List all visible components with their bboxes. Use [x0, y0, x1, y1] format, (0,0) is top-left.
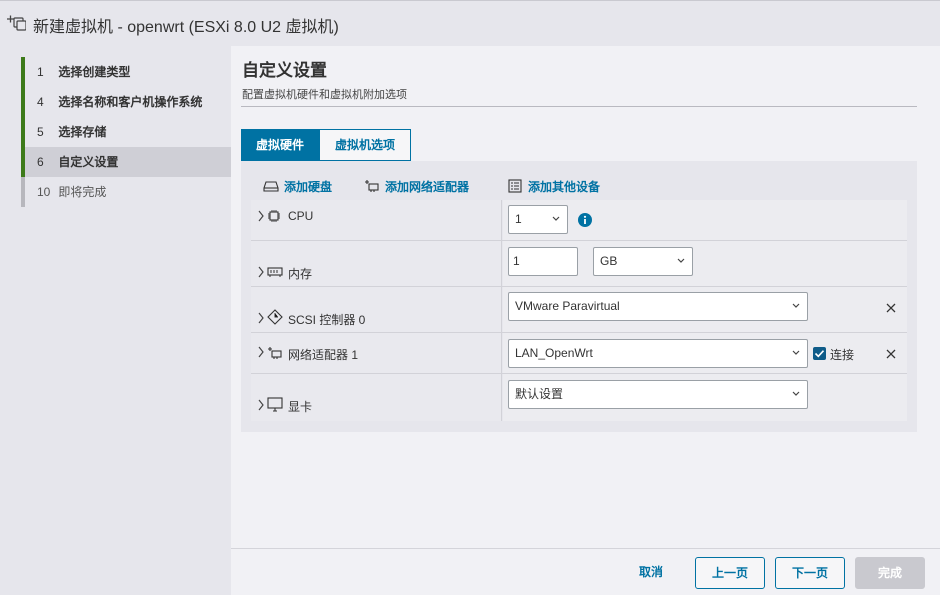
chevron-right-icon[interactable]	[257, 346, 265, 358]
step-progress-bar	[21, 147, 25, 177]
connect-checkbox[interactable]	[813, 347, 826, 360]
hard-disk-icon	[263, 181, 279, 192]
step-number: 10	[37, 185, 51, 199]
monitor-icon	[267, 397, 283, 412]
chevron-down-icon	[677, 258, 685, 263]
back-button[interactable]: 上一页	[695, 557, 765, 589]
next-button[interactable]: 下一页	[775, 557, 845, 589]
network-select[interactable]: LAN_OpenWrt	[508, 339, 808, 368]
hardware-row-network-adapter: 网络适配器 1 LAN_OpenWrt 连接	[251, 333, 907, 374]
step-label: 自定义设置	[58, 155, 119, 169]
hardware-row-scsi-controller: SCSI 控制器 0 VMware Paravirtual	[251, 287, 907, 333]
network-adapter-icon	[268, 347, 282, 359]
chevron-down-icon	[792, 350, 800, 355]
divider	[241, 106, 917, 107]
step-number: 6	[37, 155, 44, 169]
memory-unit-select[interactable]: GB	[593, 247, 693, 276]
new-vm-icon	[6, 13, 27, 33]
memory-size-input[interactable]: 1	[508, 247, 578, 276]
dialog-footer: 取消 上一页 下一页 完成	[231, 548, 940, 595]
step-number: 1	[37, 65, 44, 79]
video-card-settings-value: 默认设置	[515, 387, 564, 401]
step-select-creation-type[interactable]: 1 选择创建类型	[21, 57, 231, 87]
step-number: 4	[37, 95, 44, 109]
dialog-title: 新建虚拟机 - openwrt (ESXi 8.0 U2 虚拟机)	[33, 19, 339, 36]
step-label: 选择名称和客户机操作系统	[58, 95, 203, 109]
step-progress-bar	[21, 87, 25, 117]
step-label: 选择创建类型	[58, 65, 131, 79]
network-adapter-icon	[365, 180, 379, 192]
step-customize-settings[interactable]: 6 自定义设置	[21, 147, 231, 177]
tab-vm-options[interactable]: 虚拟机选项	[319, 129, 411, 161]
cpu-label: CPU	[288, 209, 314, 223]
info-icon[interactable]	[578, 213, 592, 227]
add-other-device-label: 添加其他设备	[528, 180, 601, 194]
video-card-label: 显卡	[288, 400, 313, 414]
finish-button[interactable]: 完成	[855, 557, 925, 589]
hardware-row-memory: 内存 1 GB	[251, 241, 907, 287]
remove-scsi-controller-close-icon[interactable]	[886, 303, 896, 313]
step-ready-to-complete: 10 即将完成	[21, 177, 231, 207]
dialog-title-bar: 新建虚拟机 - openwrt (ESXi 8.0 U2 虚拟机)	[0, 0, 940, 46]
add-hard-disk-label: 添加硬盘	[284, 180, 333, 194]
cpu-count-select[interactable]: 1	[508, 205, 568, 234]
chevron-down-icon	[552, 216, 560, 221]
device-list-icon	[508, 179, 522, 193]
step-progress-bar	[21, 117, 25, 147]
step-label: 即将完成	[58, 185, 107, 199]
cpu-icon	[268, 210, 280, 222]
step-number: 5	[37, 125, 44, 139]
video-card-settings-select[interactable]: 默认设置	[508, 380, 808, 409]
chevron-right-icon[interactable]	[257, 399, 265, 411]
chevron-down-icon	[792, 391, 800, 396]
scsi-controller-label: SCSI 控制器 0	[288, 313, 366, 327]
connect-checkbox-label: 连接	[830, 348, 855, 362]
row-label-cell: 网络适配器 1	[251, 333, 502, 373]
cancel-button[interactable]: 取消	[621, 557, 681, 589]
memory-unit-value: GB	[600, 254, 618, 268]
page-subtitle: 配置虚拟机硬件和虚拟机附加选项	[242, 89, 407, 101]
scsi-controller-type-value: VMware Paravirtual	[515, 299, 620, 313]
row-value-cell: VMware Paravirtual	[503, 287, 907, 332]
row-value-cell: 1 GB	[503, 241, 907, 286]
chevron-right-icon[interactable]	[257, 210, 265, 222]
step-label: 选择存储	[58, 125, 107, 139]
row-label-cell: SCSI 控制器 0	[251, 287, 502, 332]
scsi-controller-icon	[267, 309, 283, 325]
page-title: 自定义设置	[242, 61, 327, 80]
add-network-adapter-label: 添加网络适配器	[385, 180, 470, 194]
row-value-cell: LAN_OpenWrt 连接	[503, 333, 907, 373]
hardware-row-video-card: 显卡 默认设置	[251, 374, 907, 421]
step-select-name-os[interactable]: 4 选择名称和客户机操作系统	[21, 87, 231, 117]
remove-network-adapter-close-icon[interactable]	[886, 349, 896, 359]
checkmark-icon	[814, 350, 825, 358]
network-adapter-label: 网络适配器 1	[288, 348, 359, 362]
memory-label: 内存	[288, 267, 313, 281]
main-content: 自定义设置 配置虚拟机硬件和虚拟机附加选项 虚拟硬件 虚拟机选项 添加硬盘 添加…	[231, 46, 940, 548]
row-label-cell: CPU	[251, 200, 502, 240]
step-progress-bar	[21, 57, 25, 87]
row-label-cell: 内存	[251, 241, 502, 286]
hardware-row-cpu: CPU 1	[251, 200, 907, 241]
chevron-down-icon	[792, 303, 800, 308]
chevron-right-icon[interactable]	[257, 266, 265, 278]
row-value-cell: 1	[503, 200, 907, 240]
tab-virtual-hardware[interactable]: 虚拟硬件	[241, 129, 319, 161]
network-select-value: LAN_OpenWrt	[515, 346, 593, 360]
row-label-cell: 显卡	[251, 374, 502, 421]
chevron-right-icon[interactable]	[257, 312, 265, 324]
virtual-hardware-panel: 添加硬盘 添加网络适配器 添加其他设备 CPU 1 内存 1 GB SCSI 控…	[241, 161, 917, 432]
cpu-count-value: 1	[515, 212, 522, 226]
scsi-controller-type-select[interactable]: VMware Paravirtual	[508, 292, 808, 321]
step-progress-bar	[21, 177, 25, 207]
memory-icon	[267, 267, 283, 277]
wizard-steps-sidebar: 1 选择创建类型 4 选择名称和客户机操作系统 5 选择存储 6 自定义设置 1…	[0, 46, 231, 548]
step-select-storage[interactable]: 5 选择存储	[21, 117, 231, 147]
row-value-cell: 默认设置	[503, 374, 907, 421]
